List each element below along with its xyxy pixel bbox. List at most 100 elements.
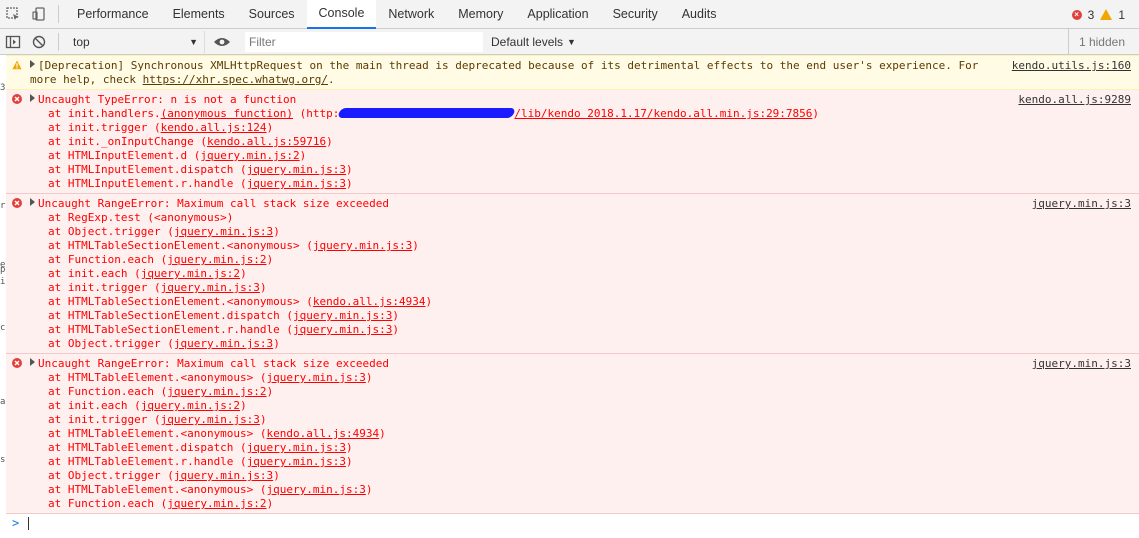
filter-input[interactable]: Filter xyxy=(245,31,483,52)
frame-text: ) xyxy=(273,225,280,238)
frame-link[interactable]: jquery.min.js:3 xyxy=(247,163,346,176)
console-error-message[interactable]: Uncaught TypeError: n is not a function … xyxy=(6,90,1139,194)
stack-frame: at Object.trigger (jquery.min.js:3) xyxy=(30,225,1139,239)
frame-link[interactable]: jquery.min.js:2 xyxy=(200,149,299,162)
frame-link[interactable]: jquery.min.js:3 xyxy=(161,413,260,426)
chevron-down-icon: ▼ xyxy=(567,36,576,47)
frame-text: at Function.each ( xyxy=(48,385,168,398)
expand-triangle-icon[interactable] xyxy=(30,60,35,68)
error-title: Uncaught TypeError: n is not a function xyxy=(38,93,297,106)
console-toolbar: top ▼ Filter Default levels ▼ 1 hidden xyxy=(0,29,1139,55)
frame-link[interactable]: jquery.min.js:2 xyxy=(167,385,266,398)
frame-link[interactable]: jquery.min.js:3 xyxy=(313,239,412,252)
filter-placeholder: Filter xyxy=(249,34,276,49)
frame-link[interactable]: /lib/kendo 2018.1.17/kendo.all.min.js:29… xyxy=(514,107,812,120)
left-edge-char: i xyxy=(0,277,6,287)
stack-frame: at init.handlers.(anonymous function) (h… xyxy=(30,107,1139,121)
hidden-count: 1 hidden xyxy=(1067,29,1125,55)
device-toolbar-icon[interactable] xyxy=(26,0,52,29)
tab-sources[interactable]: Sources xyxy=(237,0,307,29)
stack-frame: at Object.trigger (jquery.min.js:3) xyxy=(30,337,1139,351)
expand-triangle-icon[interactable] xyxy=(30,94,35,102)
tab-network[interactable]: Network xyxy=(376,0,446,29)
frame-text: at HTMLInputElement.d ( xyxy=(48,149,201,162)
frame-text: ) xyxy=(259,281,267,294)
tab-elements[interactable]: Elements xyxy=(161,0,237,29)
frame-text: ) xyxy=(266,497,274,510)
error-source-link[interactable]: jquery.min.js:3 xyxy=(1032,197,1131,211)
frame-text: ) xyxy=(266,253,274,266)
live-expression-eye-icon[interactable] xyxy=(209,27,235,56)
tab-memory[interactable]: Memory xyxy=(446,0,515,29)
log-levels-label: Default levels xyxy=(491,34,564,49)
frame-text: at HTMLInputElement.r.handle ( xyxy=(48,177,247,190)
frame-link[interactable]: jquery.min.js:3 xyxy=(267,483,366,496)
frame-link[interactable]: jquery.min.js:2 xyxy=(141,267,240,280)
frame-link[interactable]: kendo.all.js:4934 xyxy=(313,295,426,308)
stack-frame: at HTMLTableSectionElement.r.handle (jqu… xyxy=(30,323,1139,337)
redaction-scribble xyxy=(337,108,517,118)
frame-link[interactable]: jquery.min.js:2 xyxy=(141,399,240,412)
frame-text: ) xyxy=(812,107,820,120)
console-warning-message[interactable]: [Deprecation] Synchronous XMLHttpRequest… xyxy=(6,55,1139,90)
frame-link[interactable]: jquery.min.js:3 xyxy=(247,177,346,190)
context-selector[interactable]: top ▼ xyxy=(65,30,205,53)
error-source-link[interactable]: kendo.all.js:9289 xyxy=(1018,93,1131,107)
frame-link[interactable]: jquery.min.js:2 xyxy=(167,497,266,510)
expand-triangle-icon[interactable] xyxy=(30,198,35,206)
frame-link[interactable]: jquery.min.js:3 xyxy=(247,441,346,454)
warning-icon xyxy=(1100,9,1113,20)
frame-link[interactable]: jquery.min.js:3 xyxy=(293,323,392,336)
console-prompt[interactable]: > xyxy=(6,513,1139,533)
stack-frame: at init.trigger (jquery.min.js:3) xyxy=(30,413,1139,427)
frame-text: ) xyxy=(299,149,307,162)
frame-link[interactable]: jquery.min.js:3 xyxy=(293,309,392,322)
warning-icon xyxy=(12,60,22,74)
stack-frame: at HTMLInputElement.d (jquery.min.js:2) xyxy=(30,149,1139,163)
frame-text: ) xyxy=(240,267,247,280)
warning-source-link[interactable]: kendo.utils.js:160 xyxy=(1012,59,1131,73)
tab-console[interactable]: Console xyxy=(306,0,377,29)
frame-link[interactable]: jquery.min.js:3 xyxy=(174,225,273,238)
left-edge-char: c xyxy=(0,323,6,333)
frame-link[interactable]: jquery.min.js:2 xyxy=(167,253,266,266)
frame-link[interactable]: jquery.min.js:3 xyxy=(174,469,273,482)
frame-text: at HTMLTableSectionElement.<anonymous> ( xyxy=(48,295,313,308)
expand-triangle-icon[interactable] xyxy=(30,358,35,366)
frame-link[interactable]: kendo.all.js:59716 xyxy=(207,135,326,148)
chevron-down-icon: ▼ xyxy=(189,36,198,47)
frame-link[interactable]: jquery.min.js:3 xyxy=(174,337,273,350)
tab-performance[interactable]: Performance xyxy=(65,0,161,29)
inspect-element-icon[interactable] xyxy=(0,0,26,29)
error-icon: × xyxy=(1071,9,1082,20)
stack-frame: at HTMLTableElement.dispatch (jquery.min… xyxy=(30,441,1139,455)
frame-text: at init.trigger ( xyxy=(48,413,161,426)
error-source-link[interactable]: jquery.min.js:3 xyxy=(1032,357,1131,371)
show-sidebar-icon[interactable] xyxy=(0,27,26,56)
console-error-message[interactable]: Uncaught RangeError: Maximum call stack … xyxy=(6,194,1139,354)
stack-frame: at HTMLInputElement.dispatch (jquery.min… xyxy=(30,163,1139,177)
frame-text: ) xyxy=(346,455,353,468)
frame-link[interactable]: kendo.all.js:124 xyxy=(161,121,267,134)
frame-link[interactable]: kendo.all.js:4934 xyxy=(267,427,380,440)
issue-counts[interactable]: × 3 1 xyxy=(1071,0,1125,29)
frame-link[interactable]: jquery.min.js:3 xyxy=(247,455,346,468)
frame-text: at HTMLInputElement.dispatch ( xyxy=(48,163,247,176)
tab-application[interactable]: Application xyxy=(515,0,600,29)
frame-link[interactable]: jquery.min.js:3 xyxy=(267,371,366,384)
stack-frame: at HTMLTableElement.<anonymous> (jquery.… xyxy=(30,483,1139,497)
frame-text: at Object.trigger ( xyxy=(48,337,174,350)
frame-text: ) xyxy=(425,295,433,308)
console-error-message[interactable]: Uncaught RangeError: Maximum call stack … xyxy=(6,354,1139,514)
tab-audits[interactable]: Audits xyxy=(670,0,729,29)
clear-console-icon[interactable] xyxy=(26,27,52,56)
frame-text: ) xyxy=(346,163,353,176)
context-value: top xyxy=(73,34,90,49)
frame-text: ) xyxy=(273,337,280,350)
log-levels-dropdown[interactable]: Default levels ▼ xyxy=(491,35,576,49)
frame-link[interactable]: (anonymous function) xyxy=(161,107,293,120)
frame-link[interactable]: jquery.min.js:3 xyxy=(161,281,260,294)
xhr-spec-link[interactable]: https://xhr.spec.whatwg.org/ xyxy=(143,73,328,86)
tab-security[interactable]: Security xyxy=(601,0,670,29)
frame-text: (http: xyxy=(293,107,340,120)
